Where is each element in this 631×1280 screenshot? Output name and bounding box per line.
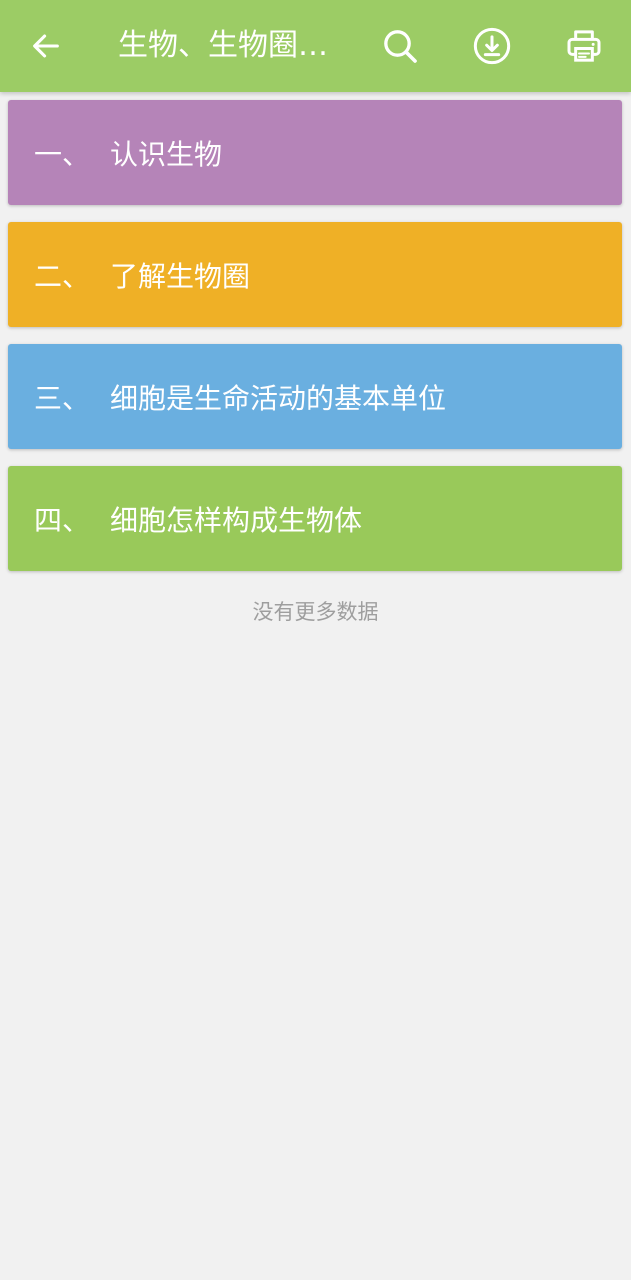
chapter-item-4[interactable]: 四、 细胞怎样构成生物体: [8, 466, 622, 571]
page-title: 生物、生物圈与生物分类: [118, 28, 342, 63]
chapter-number: 一、: [34, 137, 91, 171]
no-more-data-label: 没有更多数据: [252, 600, 379, 624]
print-icon: [567, 30, 601, 62]
search-button[interactable]: [372, 18, 428, 74]
back-arrow-icon: [33, 34, 59, 58]
chapter-list: 一、 认识生物 二、 了解生物圈 三、 细胞是生命活动的基本单位 四、 细胞怎样构成生物…: [8, 100, 622, 588]
chapter-item-2[interactable]: 二、 了解生物圈: [8, 222, 622, 327]
search-icon: [384, 30, 417, 63]
chapter-item-3[interactable]: 三、 细胞是生命活动的基本单位: [8, 344, 622, 449]
chapter-title: 认识生物: [110, 137, 223, 171]
app-bar: 生物、生物圈与生物分类: [0, 0, 631, 92]
chapter-number: 三、: [34, 381, 91, 415]
chapter-item-1[interactable]: 一、 认识生物: [8, 100, 622, 205]
print-button[interactable]: [556, 18, 612, 74]
chapter-title: 了解生物圈: [110, 259, 251, 293]
download-button[interactable]: [464, 18, 520, 74]
chapter-number: 二、: [34, 259, 91, 293]
download-icon: [473, 27, 511, 65]
chapter-title: 细胞是生命活动的基本单位: [110, 381, 447, 415]
back-button[interactable]: [18, 18, 74, 74]
chapter-title: 细胞怎样构成生物体: [110, 503, 363, 537]
chapter-number: 四、: [34, 503, 91, 537]
